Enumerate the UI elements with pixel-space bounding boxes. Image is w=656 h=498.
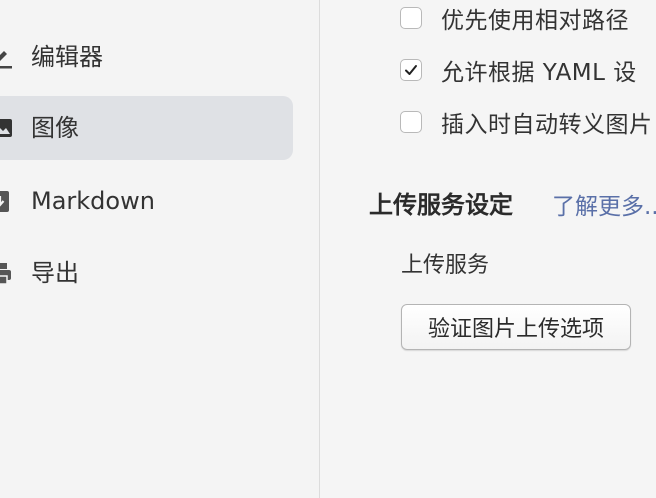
option-yaml[interactable]: 允许根据 YAML 设 (400, 53, 637, 87)
sidebar-item-label: Markdown (31, 187, 155, 215)
image-settings-panel: 优先使用相对路径 允许根据 YAML 设 插入时自动转义图片 上传服务设定 了解… (320, 0, 656, 498)
checkbox-checked[interactable] (400, 59, 422, 81)
checkbox-unchecked[interactable] (400, 111, 422, 133)
sidebar-item-markdown[interactable]: Markdown (0, 169, 293, 233)
sidebar-item-label: 图像 (31, 114, 79, 142)
markdown-icon (0, 188, 14, 214)
upload-service-label: 上传服务 (401, 253, 490, 278)
checkbox-unchecked[interactable] (400, 7, 422, 29)
option-label: 允许根据 YAML 设 (441, 60, 637, 86)
preferences-sidebar: 编辑器 图像 Markdown 导出 (0, 0, 320, 498)
option-auto-escape[interactable]: 插入时自动转义图片 (400, 105, 653, 139)
option-relative-path[interactable]: 优先使用相对路径 (400, 1, 629, 35)
printer-icon (0, 260, 14, 286)
preferences-window: 编辑器 图像 Markdown 导出 优先使用相对路径 允许根据 YAML 设 … (0, 0, 656, 498)
sidebar-item-export[interactable]: 导出 (0, 241, 293, 305)
editor-icon (0, 44, 14, 70)
verify-upload-button[interactable]: 验证图片上传选项 (401, 304, 631, 350)
learn-more-link[interactable]: 了解更多... (552, 187, 656, 221)
sidebar-item-editor[interactable]: 编辑器 (0, 25, 293, 89)
checkmark-icon (405, 65, 417, 75)
option-label: 优先使用相对路径 (441, 8, 629, 34)
sidebar-item-image[interactable]: 图像 (0, 96, 293, 160)
upload-section-title: 上传服务设定 (369, 191, 513, 219)
option-label: 插入时自动转义图片 (441, 112, 653, 138)
sidebar-item-label: 编辑器 (31, 43, 103, 71)
image-icon (0, 115, 14, 141)
sidebar-item-label: 导出 (31, 259, 79, 287)
